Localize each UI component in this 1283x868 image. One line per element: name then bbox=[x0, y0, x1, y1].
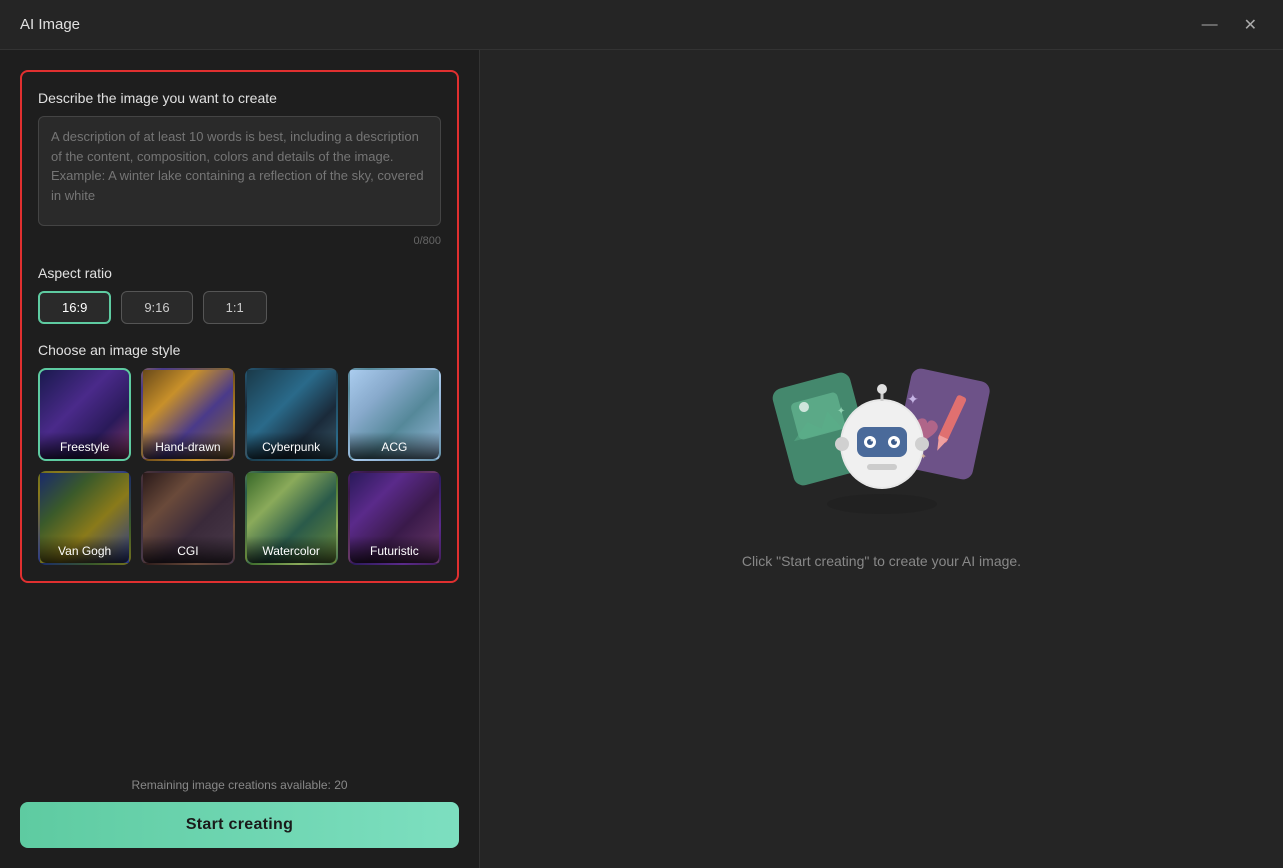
style-label-acg: ACG bbox=[350, 432, 439, 459]
style-label-futuristic: Futuristic bbox=[350, 536, 439, 563]
style-card-vangogh[interactable]: Van Gogh bbox=[38, 471, 131, 564]
style-card-handdrawn[interactable]: Hand-drawn bbox=[141, 368, 234, 461]
title-bar: AI Image — ✕ bbox=[0, 0, 1283, 50]
window-title: AI Image bbox=[20, 16, 80, 33]
bottom-area: Remaining image creations available: 20 … bbox=[20, 762, 459, 848]
svg-text:✦: ✦ bbox=[907, 391, 919, 407]
robot-illustration: ✦ ✦ ✦ bbox=[752, 349, 1012, 529]
image-style-section: Choose an image style Freestyle Hand-dra… bbox=[38, 342, 441, 565]
style-card-acg[interactable]: ACG bbox=[348, 368, 441, 461]
style-label-vangogh: Van Gogh bbox=[40, 536, 129, 563]
aspect-btn-16-9[interactable]: 16:9 bbox=[38, 291, 111, 324]
describe-section: Describe the image you want to create 0/… bbox=[38, 90, 441, 247]
ai-robot-svg: ✦ ✦ ✦ bbox=[752, 349, 1012, 529]
style-label: Choose an image style bbox=[38, 342, 441, 358]
right-panel-hint: Click "Start creating" to create your AI… bbox=[742, 553, 1021, 569]
main-layout: Describe the image you want to create 0/… bbox=[0, 50, 1283, 868]
remaining-text: Remaining image creations available: 20 bbox=[20, 778, 459, 792]
left-panel: Describe the image you want to create 0/… bbox=[0, 50, 480, 868]
aspect-ratio-label: Aspect ratio bbox=[38, 265, 441, 281]
describe-input[interactable] bbox=[38, 116, 441, 226]
svg-text:✦: ✦ bbox=[837, 406, 845, 417]
char-count: 0/800 bbox=[38, 235, 441, 247]
style-label-cyberpunk: Cyberpunk bbox=[247, 432, 336, 459]
svg-text:✦: ✦ bbox=[920, 452, 927, 461]
style-label-watercolor: Watercolor bbox=[247, 536, 336, 563]
style-card-watercolor[interactable]: Watercolor bbox=[245, 471, 338, 564]
style-card-freestyle[interactable]: Freestyle bbox=[38, 368, 131, 461]
describe-label: Describe the image you want to create bbox=[38, 90, 441, 106]
style-card-cyberpunk[interactable]: Cyberpunk bbox=[245, 368, 338, 461]
style-card-futuristic[interactable]: Futuristic bbox=[348, 471, 441, 564]
settings-box: Describe the image you want to create 0/… bbox=[20, 70, 459, 583]
window-controls: — ✕ bbox=[1196, 13, 1263, 37]
aspect-ratio-section: Aspect ratio 16:9 9:16 1:1 bbox=[38, 265, 441, 324]
start-creating-button[interactable]: Start creating bbox=[20, 802, 459, 848]
close-button[interactable]: ✕ bbox=[1238, 13, 1263, 37]
aspect-btn-9-16[interactable]: 9:16 bbox=[121, 291, 192, 324]
style-grid: Freestyle Hand-drawn Cyberpunk ACG Van G… bbox=[38, 368, 441, 565]
right-panel: ✦ ✦ ✦ Click "Start creating" to create y… bbox=[480, 50, 1283, 868]
aspect-btn-1-1[interactable]: 1:1 bbox=[203, 291, 267, 324]
style-card-cgi[interactable]: CGI bbox=[141, 471, 234, 564]
style-label-freestyle: Freestyle bbox=[40, 432, 129, 459]
aspect-buttons-group: 16:9 9:16 1:1 bbox=[38, 291, 441, 324]
minimize-button[interactable]: — bbox=[1196, 13, 1224, 37]
style-label-handdrawn: Hand-drawn bbox=[143, 432, 232, 459]
style-label-cgi: CGI bbox=[143, 536, 232, 563]
